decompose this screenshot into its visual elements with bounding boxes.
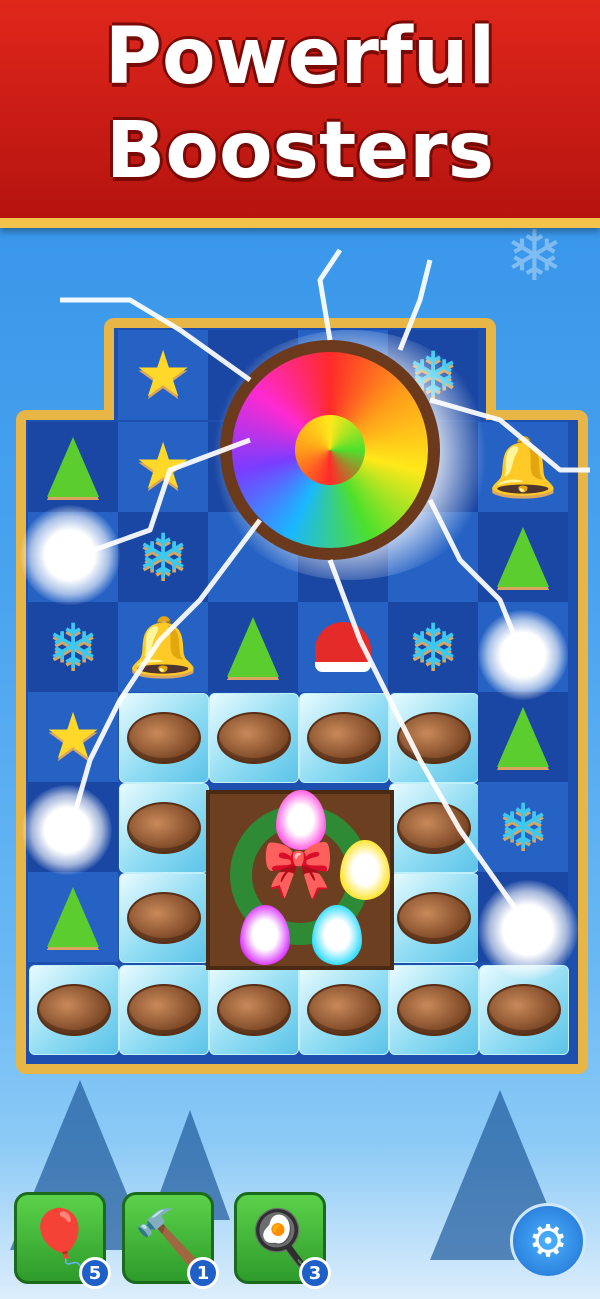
ice-walnut-block[interactable] <box>389 693 479 783</box>
ice-walnut-block[interactable] <box>119 693 209 783</box>
star-cookie: ★ <box>44 700 102 774</box>
banner-title-line1: Powerful <box>104 12 496 102</box>
ice-walnut-block[interactable] <box>209 693 299 783</box>
board-cell[interactable]: ❄ <box>118 512 208 602</box>
board-cell[interactable]: ★ <box>118 422 208 512</box>
title-banner: Powerful Boosters <box>0 0 600 228</box>
tree-cookie <box>47 437 99 497</box>
walnut <box>127 712 201 764</box>
snowflake-cookie: ❄ <box>137 520 189 593</box>
ice-walnut-block[interactable] <box>119 965 209 1055</box>
booster-rainbow-ornament-bomb[interactable]: 🎈 5 <box>14 1192 111 1289</box>
star-cookie: ★ <box>134 430 192 504</box>
ice-walnut-block[interactable] <box>389 965 479 1055</box>
hammer-icon: 🔨 <box>134 1206 202 1269</box>
board-cell[interactable]: ★ <box>28 692 118 782</box>
walnut <box>307 712 381 764</box>
snowflake-cookie: ❄ <box>497 790 549 863</box>
board-cell[interactable] <box>28 872 118 962</box>
board-cell[interactable] <box>478 692 568 782</box>
ornament-bomb-icon: 🎈 <box>26 1206 94 1269</box>
walnut <box>307 984 381 1036</box>
booster-count: 3 <box>299 1257 331 1289</box>
tree-cookie <box>497 707 549 767</box>
lightning-impact-glow <box>478 610 568 700</box>
walnut <box>217 984 291 1036</box>
tree-cookie <box>227 617 279 677</box>
walnut <box>217 712 291 764</box>
star-cookie: ★ <box>134 338 192 412</box>
banner-title: Powerful Boosters <box>0 10 600 198</box>
tree-cookie <box>47 887 99 947</box>
ice-walnut-block[interactable] <box>209 965 299 1055</box>
walnut <box>127 984 201 1036</box>
board-cell[interactable]: ❄ <box>28 602 118 692</box>
walnut <box>397 892 471 944</box>
booster-spatula[interactable]: 🍳 3 <box>234 1192 331 1289</box>
walnut <box>397 802 471 854</box>
walnut <box>127 892 201 944</box>
board-cell[interactable]: ★ <box>118 330 208 420</box>
booster-count: 1 <box>187 1257 219 1289</box>
walnut <box>37 984 111 1036</box>
banner-title-line2: Boosters <box>105 106 495 196</box>
lightning-impact-glow <box>478 880 578 980</box>
lightning-impact-glow <box>22 785 112 875</box>
board-cell[interactable]: 🔔 <box>118 602 208 692</box>
spatula-icon: 🍳 <box>246 1206 314 1269</box>
walnut <box>127 802 201 854</box>
walnut <box>397 984 471 1036</box>
ice-walnut-block[interactable] <box>389 873 479 963</box>
board-cell[interactable] <box>28 422 118 512</box>
board-cell[interactable] <box>478 512 568 602</box>
lightning-impact-glow <box>20 505 120 605</box>
santa-hat-cookie <box>315 622 371 672</box>
ice-walnut-block[interactable] <box>119 783 209 873</box>
bell-cookie: 🔔 <box>128 614 198 679</box>
board-cell[interactable] <box>208 602 298 692</box>
walnut <box>487 984 561 1036</box>
board-cell[interactable] <box>298 602 388 692</box>
tree-cookie <box>497 527 549 587</box>
board-cell[interactable]: ❄ <box>388 602 478 692</box>
snowflake-cookie: ❄ <box>47 610 99 683</box>
rainbow-swirl-booster[interactable] <box>220 340 440 560</box>
ice-walnut-block[interactable] <box>389 783 479 873</box>
walnut <box>397 712 471 764</box>
booster-santa-belt-hammer[interactable]: 🔨 1 <box>122 1192 219 1289</box>
red-bow: 🎀 <box>262 835 335 903</box>
booster-count: 5 <box>79 1257 111 1289</box>
ice-walnut-block[interactable] <box>119 873 209 963</box>
gear-icon: ⚙ <box>528 1215 568 1267</box>
board-cell[interactable]: ❄ <box>478 782 568 872</box>
settings-button[interactable]: ⚙ <box>510 1203 586 1279</box>
ice-walnut-block[interactable] <box>299 965 389 1055</box>
ice-walnut-block[interactable] <box>29 965 119 1055</box>
snowflake-cookie: ❄ <box>407 610 459 683</box>
ice-walnut-block[interactable] <box>299 693 389 783</box>
